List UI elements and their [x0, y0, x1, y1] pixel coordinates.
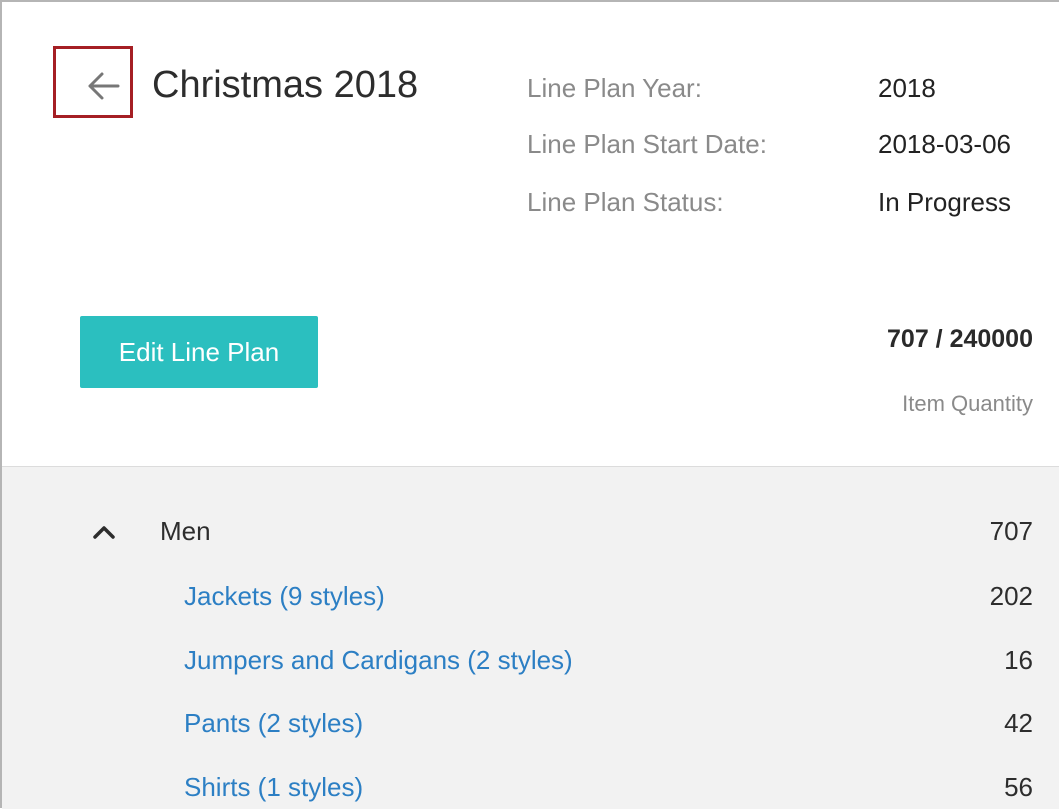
- item-quantity-label: Item Quantity: [902, 391, 1033, 416]
- line-plan-start-date-value: 2018-03-06: [878, 129, 1011, 159]
- category-men-label: Men: [160, 516, 211, 546]
- chevron-up-icon[interactable]: [91, 523, 117, 546]
- subcategory-qty-shirts: 56: [1004, 772, 1033, 802]
- subcategory-qty-jackets: 202: [989, 581, 1033, 611]
- line-plan-status-label: Line Plan Status:: [527, 187, 724, 217]
- subcategory-qty-pants: 42: [1004, 708, 1033, 738]
- line-plan-year-value: 2018: [878, 73, 936, 103]
- subcategory-qty-jumpers-and-cardigans: 16: [1004, 645, 1033, 675]
- line-plan-year-label: Line Plan Year:: [527, 73, 702, 103]
- category-men-qty: 707: [989, 516, 1033, 546]
- page-title: Christmas 2018: [152, 64, 419, 106]
- arrow-left-icon: [88, 72, 120, 100]
- edit-line-plan-button[interactable]: Edit Line Plan: [80, 316, 318, 388]
- line-plan-start-date-label: Line Plan Start Date:: [527, 129, 767, 159]
- subcategory-link-jackets[interactable]: Jackets (9 styles): [184, 581, 385, 612]
- subcategory-link-pants[interactable]: Pants (2 styles): [184, 708, 363, 739]
- item-quantity-value: 707 / 240000: [887, 325, 1033, 353]
- back-button[interactable]: [53, 46, 133, 118]
- subcategory-link-jumpers-and-cardigans[interactable]: Jumpers and Cardigans (2 styles): [184, 645, 573, 676]
- subcategory-link-shirts[interactable]: Shirts (1 styles): [184, 772, 363, 803]
- line-plan-status-value: In Progress: [878, 187, 1011, 217]
